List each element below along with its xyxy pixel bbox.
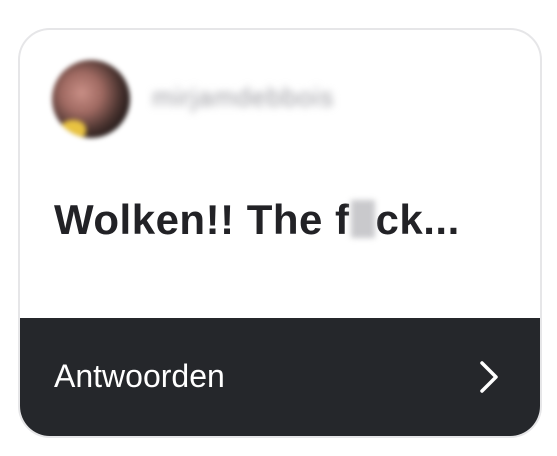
avatar[interactable] — [52, 60, 130, 138]
message-text: Wolken!! The f ck... — [54, 196, 460, 244]
reply-label: Antwoorden — [54, 358, 225, 394]
chevron-right-icon — [480, 361, 498, 393]
reply-button[interactable]: Antwoorden — [20, 318, 540, 436]
censored-letter — [350, 200, 375, 238]
message-text-end: ck... — [375, 196, 460, 243]
message-text-start: Wolken!! The f — [54, 196, 350, 243]
username[interactable]: mirjamdebbois — [152, 82, 334, 113]
story-reply-card[interactable]: mirjamdebbois Wolken!! The f ck... Antwoo… — [18, 28, 542, 438]
avatar-badge — [60, 120, 86, 138]
card-header: mirjamdebbois — [20, 30, 540, 170]
